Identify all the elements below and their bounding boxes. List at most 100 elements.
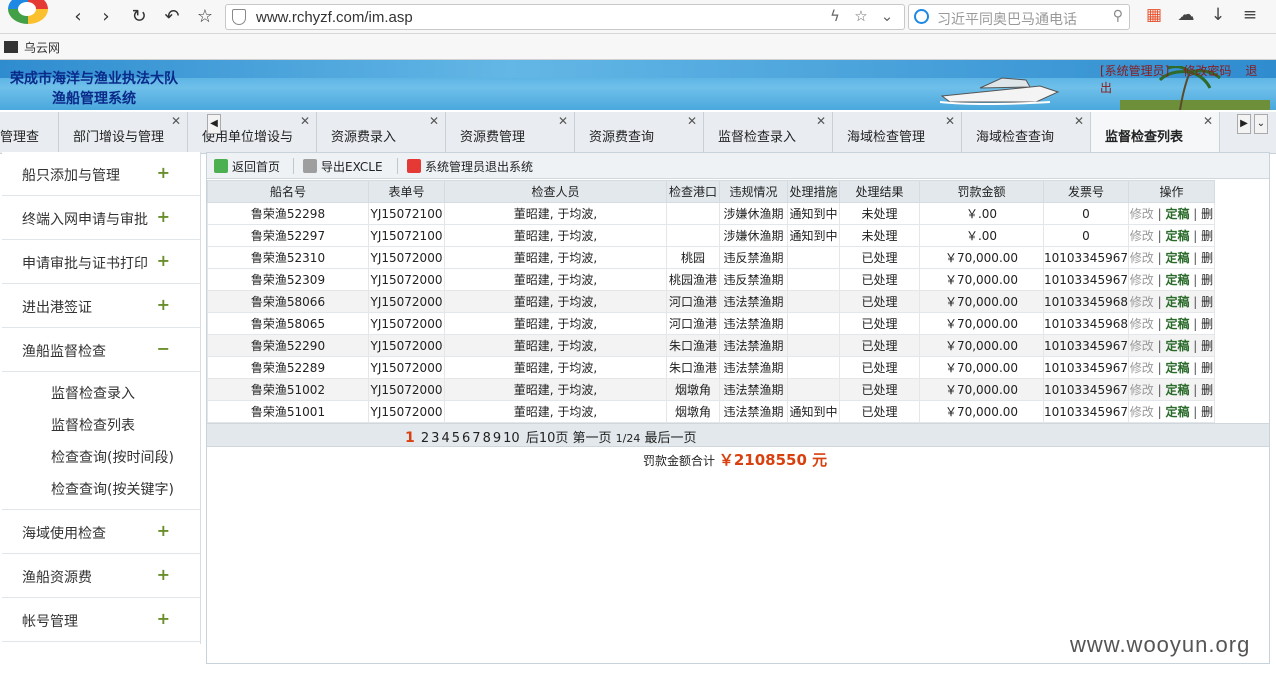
finalize-link[interactable]: 定稿 bbox=[1165, 295, 1189, 309]
delete-link[interactable]: 删 bbox=[1201, 207, 1213, 221]
tab-item[interactable]: 管理查 bbox=[0, 112, 59, 153]
delete-link[interactable]: 删 bbox=[1201, 317, 1213, 331]
page-link[interactable]: 9 bbox=[493, 431, 501, 446]
finalize-link[interactable]: 定稿 bbox=[1165, 251, 1189, 265]
logout-button[interactable]: 系统管理员退出系统 bbox=[407, 158, 533, 175]
delete-link[interactable]: 删 bbox=[1201, 295, 1213, 309]
edit-link[interactable]: 修改 bbox=[1130, 317, 1154, 331]
edit-link[interactable]: 修改 bbox=[1130, 405, 1154, 419]
close-icon[interactable]: ✕ bbox=[687, 114, 697, 128]
dropdown-icon[interactable]: ⌄ bbox=[874, 7, 900, 25]
tab-item[interactable]: 部门增设与管理 ✕ bbox=[59, 112, 188, 153]
expand-icon[interactable]: + bbox=[157, 295, 170, 314]
edit-link[interactable]: 修改 bbox=[1130, 207, 1154, 221]
bookmark-item[interactable]: 乌云网 bbox=[4, 39, 60, 56]
tab-list-icon[interactable]: ⌄ bbox=[1254, 114, 1268, 134]
sidebar-item-inspection[interactable]: 渔船监督检查 − bbox=[2, 328, 200, 372]
close-icon[interactable]: ✕ bbox=[429, 114, 439, 128]
delete-link[interactable]: 删 bbox=[1201, 251, 1213, 265]
finalize-link[interactable]: 定稿 bbox=[1165, 405, 1189, 419]
search-input[interactable]: 习近平同奥巴马通电话 bbox=[937, 9, 1077, 29]
edit-link[interactable]: 修改 bbox=[1130, 295, 1154, 309]
tab-item[interactable]: 监督检查录入 ✕ bbox=[704, 112, 833, 153]
reload-icon[interactable]: ↻ bbox=[127, 5, 151, 29]
finalize-link[interactable]: 定稿 bbox=[1165, 339, 1189, 353]
tab-item[interactable]: 资源费录入 ✕ bbox=[317, 112, 446, 153]
back-icon[interactable]: ‹ bbox=[66, 5, 90, 29]
tab-item-active[interactable]: 监督检查列表 ✕ bbox=[1091, 112, 1220, 153]
close-icon[interactable]: ✕ bbox=[816, 114, 826, 128]
edit-link[interactable]: 修改 bbox=[1130, 273, 1154, 287]
tab-scroll-left-icon[interactable]: ◀ bbox=[207, 114, 221, 134]
close-icon[interactable]: ✕ bbox=[1203, 114, 1213, 128]
finalize-link[interactable]: 定稿 bbox=[1165, 383, 1189, 397]
submenu-inspection-entry[interactable]: 监督检查录入 bbox=[2, 378, 200, 410]
cloud-icon[interactable]: ☁ bbox=[1170, 5, 1202, 25]
delete-link[interactable]: 删 bbox=[1201, 361, 1213, 375]
tab-item[interactable]: 资源费管理 ✕ bbox=[446, 112, 575, 153]
edit-link[interactable]: 修改 bbox=[1130, 251, 1154, 265]
first-page-link[interactable]: 第一页 bbox=[573, 431, 612, 446]
tab-item[interactable]: 海域检查查询 ✕ bbox=[962, 112, 1091, 153]
sidebar-item-accounts[interactable]: 帐号管理 + bbox=[2, 598, 200, 642]
delete-link[interactable]: 删 bbox=[1201, 229, 1213, 243]
tab-item[interactable]: 海域检查管理 ✕ bbox=[833, 112, 962, 153]
expand-icon[interactable]: + bbox=[157, 521, 170, 540]
close-icon[interactable]: ✕ bbox=[171, 114, 181, 128]
search-icon[interactable]: ⚲ bbox=[1113, 8, 1123, 24]
search-box[interactable]: 习近平同奥巴马通电话 ⚲ bbox=[908, 4, 1130, 30]
home-button[interactable]: 返回首页 bbox=[214, 158, 280, 175]
apps-icon[interactable]: ▦ bbox=[1138, 5, 1170, 25]
tab-scroll-right-icon[interactable]: ▶ bbox=[1237, 114, 1251, 134]
change-password-link[interactable]: 修改密码 bbox=[1183, 64, 1231, 78]
url-text[interactable]: www.rchyzf.com/im.asp bbox=[256, 9, 413, 26]
export-button[interactable]: 导出EXCLE bbox=[303, 158, 383, 175]
star-icon[interactable]: ☆ bbox=[848, 7, 874, 25]
edit-link[interactable]: 修改 bbox=[1130, 339, 1154, 353]
next-10-pages-link[interactable]: 后10页 bbox=[526, 431, 569, 446]
edit-link[interactable]: 修改 bbox=[1130, 229, 1154, 243]
delete-link[interactable]: 删 bbox=[1201, 405, 1213, 419]
user-role-link[interactable]: [系统管理员] bbox=[1100, 64, 1169, 78]
sidebar-item-sea-area[interactable]: 海域使用检查 + bbox=[2, 510, 200, 554]
last-page-link[interactable]: 最后一页 bbox=[645, 431, 697, 446]
address-bar[interactable]: www.rchyzf.com/im.asp ϟ ☆ ⌄ bbox=[225, 4, 905, 30]
page-link[interactable]: 4 bbox=[441, 431, 449, 446]
submenu-query-by-keyword[interactable]: 检查查询(按关键字) bbox=[2, 474, 200, 506]
page-link[interactable]: 2 bbox=[421, 431, 429, 446]
page-link[interactable]: 10 bbox=[503, 431, 520, 446]
expand-icon[interactable]: + bbox=[157, 609, 170, 628]
page-link[interactable]: 8 bbox=[483, 431, 491, 446]
expand-icon[interactable]: + bbox=[157, 565, 170, 584]
submenu-inspection-list[interactable]: 监督检查列表 bbox=[2, 410, 200, 442]
edit-link[interactable]: 修改 bbox=[1130, 361, 1154, 375]
undo-icon[interactable]: ↶ bbox=[160, 5, 184, 29]
finalize-link[interactable]: 定稿 bbox=[1165, 317, 1189, 331]
collapse-icon[interactable]: − bbox=[157, 339, 170, 358]
finalize-link[interactable]: 定稿 bbox=[1165, 229, 1189, 243]
finalize-link[interactable]: 定稿 bbox=[1165, 361, 1189, 375]
close-icon[interactable]: ✕ bbox=[300, 114, 310, 128]
finalize-link[interactable]: 定稿 bbox=[1165, 207, 1189, 221]
delete-link[interactable]: 删 bbox=[1201, 383, 1213, 397]
page-link[interactable]: 5 bbox=[452, 431, 460, 446]
lightning-icon[interactable]: ϟ bbox=[822, 7, 848, 25]
sidebar-item-port-visa[interactable]: 进出港签证 + bbox=[2, 284, 200, 328]
edit-link[interactable]: 修改 bbox=[1130, 383, 1154, 397]
sidebar-item-network-apply[interactable]: 终端入网申请与审批 + bbox=[2, 196, 200, 240]
sidebar-item-boats[interactable]: 船只添加与管理 + bbox=[2, 152, 200, 196]
delete-link[interactable]: 删 bbox=[1201, 273, 1213, 287]
sidebar-item-resource-fee[interactable]: 渔船资源费 + bbox=[2, 554, 200, 598]
expand-icon[interactable]: + bbox=[157, 163, 170, 182]
browser-logo-icon[interactable] bbox=[8, 0, 48, 24]
download-icon[interactable]: ↓ bbox=[1202, 5, 1234, 25]
delete-link[interactable]: 删 bbox=[1201, 339, 1213, 353]
sidebar-item-certificate[interactable]: 申请审批与证书打印 + bbox=[2, 240, 200, 284]
page-link[interactable]: 3 bbox=[431, 431, 439, 446]
page-link[interactable]: 7 bbox=[472, 431, 480, 446]
menu-icon[interactable]: ≡ bbox=[1234, 5, 1266, 25]
tab-item[interactable]: 资源费查询 ✕ bbox=[575, 112, 704, 153]
forward-icon[interactable]: › bbox=[94, 5, 118, 29]
close-icon[interactable]: ✕ bbox=[558, 114, 568, 128]
expand-icon[interactable]: + bbox=[157, 251, 170, 270]
